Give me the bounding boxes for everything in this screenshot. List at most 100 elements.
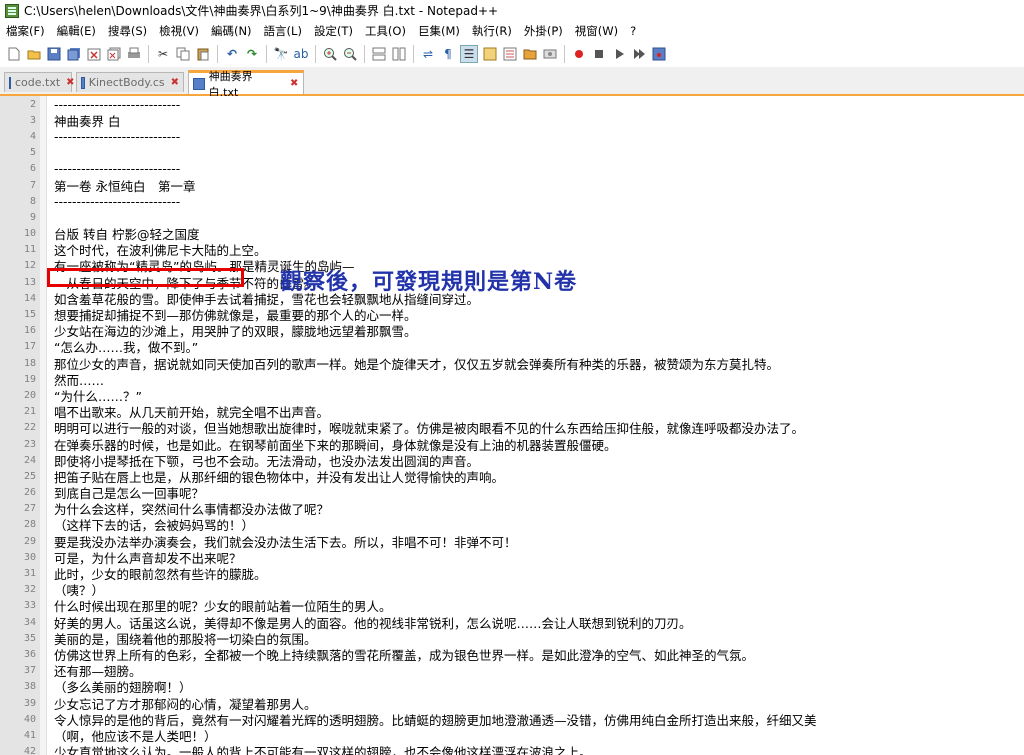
tab-code-txt[interactable]: code.txt ✖: [4, 72, 75, 92]
menu-settings[interactable]: 設定(T): [308, 23, 359, 39]
editor-line[interactable]: 23 在弹奏乐器的时候，也是如此。在钢琴前面坐下来的那瞬间，身体就像是没有上油的机…: [0, 436, 1024, 453]
close-tab-icon[interactable]: ✖: [289, 78, 299, 89]
record-macro-icon[interactable]: [571, 46, 587, 62]
editor-line[interactable]: 27 为什么会这样，突然间什么事情都没办法做了呢？: [0, 501, 1024, 517]
editor-line[interactable]: 22 明明可以进行一般的对谈，但当她想歌出旋律时，喉咙就束紧了。仿佛是被肉眼看不见…: [0, 420, 1024, 436]
editor-line[interactable]: 19 然而……: [0, 371, 1024, 388]
menu-window[interactable]: 視窗(W): [569, 23, 624, 39]
editor-line[interactable]: 8 ----------------------------: [0, 193, 1024, 209]
line-number: 10: [23, 228, 36, 240]
replace-icon[interactable]: ab: [293, 46, 309, 62]
editor-line[interactable]: 41 （啊，他应该不是人类吧！）: [0, 727, 1024, 744]
line-number: 6: [29, 163, 36, 175]
menu-search[interactable]: 搜尋(S): [102, 23, 153, 39]
close-icon[interactable]: [86, 46, 102, 62]
editor-line[interactable]: 42 少女直觉地这么认为。一般人的背上不可能有一双这样的翅膀，也不会像他这样漂浮在…: [0, 744, 1024, 755]
menu-plugins[interactable]: 外掛(P): [518, 23, 569, 39]
print-icon[interactable]: [126, 46, 142, 62]
line-number: 20: [23, 389, 36, 401]
open-file-icon[interactable]: [26, 46, 42, 62]
editor-line[interactable]: 30 可是，为什么声音却发不出来呢？: [0, 549, 1024, 566]
line-text: 第一卷 永恒纯白 第一章: [54, 178, 196, 194]
editor-line[interactable]: 33 什么时候出现在那里的呢？少女的眼前站着一位陌生的男人。: [0, 598, 1024, 614]
line-number: 5: [29, 147, 36, 159]
editor-line[interactable]: 28 （这样下去的话，会被妈妈骂的！）: [0, 517, 1024, 533]
menu-view[interactable]: 檢視(V): [153, 23, 205, 39]
undo-icon[interactable]: ↶: [224, 46, 240, 62]
editor-line[interactable]: 9: [0, 209, 1024, 225]
tab-shenqu-bai-txt[interactable]: 神曲奏界 白.txt ✖: [188, 70, 304, 99]
sync-vertical-icon[interactable]: [371, 46, 387, 62]
play-macro-icon[interactable]: [611, 46, 627, 62]
toolbar-separator: [217, 45, 218, 63]
editor-line[interactable]: 34 好美的男人。话虽这么说，美得却不像是男人的面容。他的视线非常锐利，怎么说呢……: [0, 614, 1024, 631]
editor-line[interactable]: 29 要是我没办法举办演奏会，我们就会没办法生活下去。所以，非唱不可！非弹不可！: [0, 533, 1024, 550]
monitor-icon[interactable]: [542, 46, 558, 62]
indent-guide-icon[interactable]: ☰: [460, 45, 478, 63]
find-icon[interactable]: 🔭: [273, 46, 289, 62]
line-number: 11: [23, 244, 36, 256]
zoom-in-icon[interactable]: [322, 46, 338, 62]
new-file-icon[interactable]: [6, 46, 22, 62]
line-number: 16: [23, 325, 36, 337]
editor-line[interactable]: 18 那位少女的声音，据说就如同天使加百列的歌声一样。她是个旋律天才，仅仅五岁就会…: [0, 355, 1024, 372]
editor-line[interactable]: 16 少女站在海边的沙滩上，用哭肿了的双眼，朦胧地远望着那飘雪。: [0, 323, 1024, 339]
folder-workspace-icon[interactable]: [522, 46, 538, 62]
copy-icon[interactable]: [175, 46, 191, 62]
editor-line[interactable]: 24 即使将小提琴抵在下颚，弓也不会动。无法滑动，也没办法发出圆润的声音。: [0, 452, 1024, 469]
close-all-icon[interactable]: [106, 46, 122, 62]
editor-line[interactable]: 25 把笛子贴在唇上也是，从那纤细的银色物体中，并没有发出让人觉得愉快的声响。: [0, 468, 1024, 485]
paste-icon[interactable]: [195, 46, 211, 62]
show-all-chars-icon[interactable]: ¶: [440, 46, 456, 62]
line-number: 38: [23, 681, 36, 693]
menu-encoding[interactable]: 編碼(N): [205, 23, 258, 39]
editor-line[interactable]: 15 想要捕捉却捕捉不到—那仿佛就像是，最重要的那个人的心一样。: [0, 306, 1024, 323]
editor-line[interactable]: 7 第一卷 永恒纯白 第一章: [0, 177, 1024, 194]
save-macro-icon[interactable]: [651, 46, 667, 62]
doc-map-icon[interactable]: [482, 46, 498, 62]
editor-line[interactable]: 3 神曲奏界 白: [0, 112, 1024, 129]
menu-language[interactable]: 語言(L): [258, 23, 308, 39]
editor-line[interactable]: 17 “怎么办……我，做不到。”: [0, 339, 1024, 355]
editor-line[interactable]: 26 到底自己是怎么一回事呢？: [0, 485, 1024, 501]
close-tab-icon[interactable]: ✖: [171, 77, 179, 88]
editor-line[interactable]: 11 这个时代，在波利佛尼卡大陆的上空。: [0, 242, 1024, 258]
editor-line[interactable]: 20 “为什么……？”: [0, 387, 1024, 404]
title-bar: C:\Users\helen\Downloads\文件\神曲奏界\白系列1~9\…: [0, 0, 1024, 21]
zoom-out-icon[interactable]: [342, 46, 358, 62]
cut-icon[interactable]: ✂: [155, 46, 171, 62]
editor-line[interactable]: 32 （咦？）: [0, 582, 1024, 598]
stop-record-icon[interactable]: [591, 46, 607, 62]
menu-macro[interactable]: 巨集(M): [412, 23, 466, 39]
menu-edit[interactable]: 編輯(E): [51, 23, 102, 39]
editor-line[interactable]: 21 唱不出歌来。从几天前开始，就完全唱不出声音。: [0, 404, 1024, 420]
editor-line[interactable]: 31 此时，少女的眼前忽然有些许的朦胧。: [0, 565, 1024, 582]
menu-run[interactable]: 執行(R): [466, 23, 518, 39]
save-icon[interactable]: [46, 46, 62, 62]
menu-bar: 檔案(F) 編輯(E) 搜尋(S) 檢視(V) 編碼(N) 語言(L) 設定(T…: [0, 21, 1024, 41]
editor-line[interactable]: 35 美丽的是，围绕着他的那股将一切染白的氛围。: [0, 630, 1024, 647]
editor-line[interactable]: 38 （多么美丽的翅膀啊！）: [0, 679, 1024, 695]
editor-line[interactable]: 36 仿佛这世界上所有的色彩，全都被一个晚上持续飘落的雪花所覆盖，成为银色世界一样…: [0, 646, 1024, 663]
editor-line[interactable]: 37 还有那—翅膀。: [0, 663, 1024, 679]
menu-help[interactable]: ?: [624, 24, 642, 38]
editor-line[interactable]: 2 ----------------------------: [0, 96, 1024, 112]
word-wrap-icon[interactable]: ⇌: [420, 46, 436, 62]
editor-line[interactable]: 40 令人惊异的是他的背后，竟然有一对闪耀着光辉的透明翅膀。比蜻蜓的翅膀更加地澄澈…: [0, 711, 1024, 728]
tab-kinectbody-cs[interactable]: KinectBody.cs ✖: [76, 72, 184, 92]
editor-line[interactable]: 5: [0, 145, 1024, 161]
editor-line[interactable]: 39 少女忘记了方才那郁闷的心情，凝望着那男人。: [0, 695, 1024, 712]
function-list-icon[interactable]: [502, 46, 518, 62]
redo-icon[interactable]: ↷: [244, 46, 260, 62]
editor-line[interactable]: 10 台版 转自 柠影@轻之国度: [0, 226, 1024, 242]
save-all-icon[interactable]: [66, 46, 82, 62]
sync-horizontal-icon[interactable]: [391, 46, 407, 62]
close-tab-icon[interactable]: ✖: [66, 77, 74, 88]
editor-line[interactable]: 4 ----------------------------: [0, 128, 1024, 144]
editor-line[interactable]: 6 ----------------------------: [0, 161, 1024, 177]
editor-area[interactable]: 2 ---------------------------- 3 神曲奏界 白 4 ---…: [0, 96, 1024, 755]
menu-file[interactable]: 檔案(F): [0, 23, 51, 39]
menu-tools[interactable]: 工具(O): [359, 23, 412, 39]
file-icon: [9, 76, 11, 89]
play-multiple-icon[interactable]: [631, 46, 647, 62]
